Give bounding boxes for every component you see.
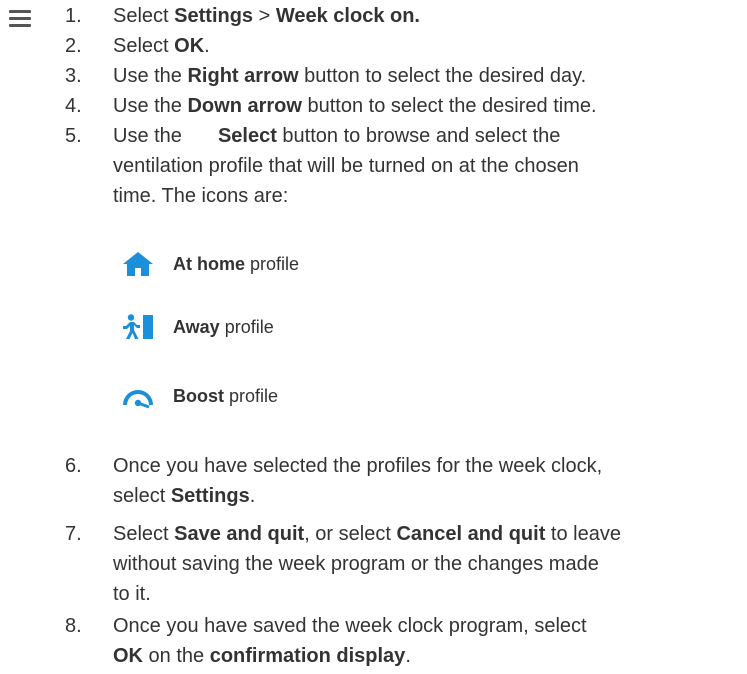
- step-text: Select Save and quit, or select Cancel a…: [113, 523, 621, 545]
- hamburger-menu-icon[interactable]: [9, 10, 31, 30]
- home-icon: [123, 252, 153, 276]
- away-icon: [123, 314, 153, 339]
- step-text: select Settings.: [113, 485, 256, 507]
- step-text: Once you have selected the profiles for …: [113, 455, 603, 477]
- step-text: OK on the confirmation display.: [113, 645, 411, 667]
- profile-label: At home profile: [173, 254, 300, 274]
- step-text: time. The icons are:: [113, 185, 289, 207]
- step-number: 2.: [65, 35, 82, 57]
- step-text: Use the Down arrow button to select the …: [113, 95, 597, 117]
- step-text: Select Settings > Week clock on.: [113, 5, 420, 27]
- step-number: 4.: [65, 95, 82, 117]
- step-number: 8.: [65, 615, 82, 637]
- step-number: 6.: [65, 455, 82, 477]
- step-text: Use the Select button to browse and selec…: [113, 125, 561, 147]
- profile-label: Away profile: [173, 317, 274, 337]
- step-text: ventilation profile that will be turned …: [113, 155, 579, 177]
- step-text: without saving the week program or the c…: [113, 553, 599, 575]
- step-number: 5.: [65, 125, 82, 147]
- profile-label: Boost profile: [173, 386, 279, 406]
- step-text: Use the Right arrow button to select the…: [113, 65, 587, 87]
- step-number: 7.: [65, 523, 82, 545]
- step-number: 1.: [65, 5, 82, 27]
- step-text: Select OK.: [113, 35, 210, 57]
- step-text: to it.: [113, 583, 151, 605]
- boost-icon: [123, 390, 153, 409]
- step-number: 3.: [65, 65, 82, 87]
- step-text: Once you have saved the week clock progr…: [113, 615, 587, 637]
